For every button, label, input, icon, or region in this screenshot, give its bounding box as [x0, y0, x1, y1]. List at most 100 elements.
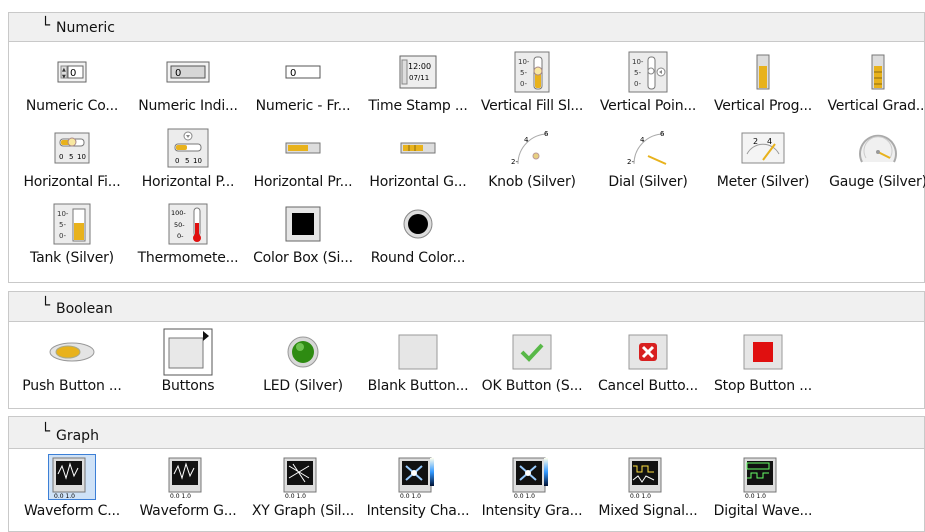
- svg-text:12:00: 12:00: [408, 62, 431, 71]
- svg-text:100-: 100-: [171, 209, 186, 217]
- palette-item-label: Horizontal G...: [369, 174, 467, 190]
- svg-text:10-: 10-: [632, 58, 644, 66]
- palette-item-cancel-button[interactable]: Cancel Butto...: [590, 330, 706, 406]
- svg-text:10: 10: [77, 153, 86, 161]
- palette-item-label: Intensity Gra...: [481, 503, 583, 519]
- palette-item-color-box[interactable]: Color Box (Si...: [245, 202, 361, 278]
- svg-text:10-: 10-: [57, 210, 69, 218]
- ok-button-icon: [474, 330, 590, 374]
- svg-text:0: 0: [70, 68, 76, 79]
- palette-item-vertical-pointer-slide[interactable]: 10- 5- 0- Vertical Poin...: [590, 50, 706, 126]
- palette-item-ok-button[interactable]: OK Button (S...: [474, 330, 590, 406]
- palette-item-label: Time Stamp ...: [368, 98, 468, 114]
- palette-item-push-button[interactable]: Push Button ...: [14, 330, 130, 406]
- intensity-graph-icon: 0.0 1.0: [474, 455, 590, 500]
- palette-item-knob[interactable]: 2- 4 6 Knob (Silver): [474, 126, 590, 202]
- palette-item-timestamp[interactable]: 12:00 07/11 Time Stamp ...: [360, 50, 476, 126]
- palette-item-label: Mixed Signal...: [598, 503, 698, 519]
- palette-item-label: Intensity Cha...: [366, 503, 470, 519]
- section-header-graph[interactable]: └ Graph: [8, 416, 925, 449]
- svg-text:5-: 5-: [634, 69, 641, 77]
- palette-item-buttons-folder[interactable]: Buttons: [130, 328, 246, 406]
- xy-graph-icon: 0.0 1.0: [245, 455, 361, 500]
- palette-item-digital-waveform[interactable]: 0.0 1.0 Digital Wave...: [705, 455, 821, 531]
- palette-item-stop-button[interactable]: Stop Button ...: [705, 330, 821, 406]
- section-title: Graph: [56, 428, 99, 444]
- palette-item-label: Push Button ...: [22, 378, 122, 394]
- mixed-signal-graph-icon: 0.0 1.0: [590, 455, 706, 500]
- palette-item-label: Blank Button...: [367, 378, 469, 394]
- tree-mark: └: [41, 296, 51, 314]
- thermometer-icon: 100- 50- 0-: [130, 202, 246, 246]
- waveform-graph-icon: 0.0 1.0: [130, 455, 246, 500]
- svg-text:0.0 1.0: 0.0 1.0: [54, 493, 75, 500]
- palette-item-vertical-progress-bar[interactable]: Vertical Prog...: [705, 50, 821, 126]
- palette-item-intensity-graph[interactable]: 0.0 1.0 Intensity Gra...: [474, 455, 590, 531]
- palette-item-horizontal-fill-slide[interactable]: 0 5 10 Horizontal Fi...: [14, 126, 130, 202]
- svg-text:5: 5: [69, 153, 73, 161]
- svg-text:▲: ▲: [62, 67, 66, 73]
- palette-item-label: Knob (Silver): [488, 174, 576, 190]
- svg-text:0-: 0-: [520, 80, 527, 88]
- palette-item-label: Horizontal Pr...: [253, 174, 353, 190]
- section-title: Numeric: [56, 20, 115, 36]
- palette-item-round-color-box[interactable]: Round Color...: [360, 202, 476, 278]
- blank-button-icon: [360, 330, 476, 374]
- palette-item-led[interactable]: LED (Silver): [245, 330, 361, 406]
- palette-item-meter[interactable]: 2 4 Meter (Silver): [705, 126, 821, 202]
- palette-item-horizontal-progress-bar[interactable]: Horizontal Pr...: [245, 126, 361, 202]
- palette-item-xy-graph[interactable]: 0.0 1.0 XY Graph (Sil...: [245, 455, 361, 531]
- section-header-boolean[interactable]: └ Boolean: [8, 291, 925, 322]
- svg-text:0: 0: [290, 68, 296, 79]
- horizontal-pointer-slide-icon: 0 5 10: [130, 126, 246, 170]
- svg-text:07/11: 07/11: [409, 74, 429, 82]
- vertical-progress-bar-icon: [705, 50, 821, 94]
- palette-item-gauge[interactable]: Gauge (Silver): [820, 126, 925, 202]
- numeric-control-icon: ▲ ▼ 0: [14, 50, 130, 94]
- svg-text:50-: 50-: [174, 221, 185, 229]
- svg-text:0.0 1.0: 0.0 1.0: [630, 493, 651, 500]
- led-icon: [245, 330, 361, 374]
- palette-item-label: Vertical Prog...: [713, 98, 813, 114]
- palette-item-waveform-chart[interactable]: 0.0 1.0 Waveform C...: [14, 454, 130, 531]
- palette-item-thermometer[interactable]: 100- 50- 0- Thermomete...: [130, 202, 246, 278]
- palette-item-dial[interactable]: 2- 4 6 Dial (Silver): [590, 126, 706, 202]
- palette-item-label: Thermomete...: [137, 250, 239, 266]
- palette-item-numeric-frameless[interactable]: 0 Numeric - Fr...: [245, 50, 361, 126]
- svg-text:4: 4: [767, 137, 772, 146]
- svg-text:2: 2: [753, 137, 758, 146]
- palette-item-mixed-signal-graph[interactable]: 0.0 1.0 Mixed Signal...: [590, 455, 706, 531]
- buttons-folder-icon: [130, 328, 246, 376]
- palette-item-label: Buttons: [161, 378, 215, 394]
- palette-item-numeric-indicator[interactable]: 0 Numeric Indi...: [130, 50, 246, 126]
- palette-item-blank-button[interactable]: Blank Button...: [360, 330, 476, 406]
- section-title: Boolean: [56, 301, 113, 317]
- tree-mark: └: [41, 16, 51, 34]
- palette-item-label: Meter (Silver): [716, 174, 810, 190]
- palette-item-vertical-fill-slide[interactable]: 10- 5- 0- Vertical Fill Sl...: [474, 50, 590, 126]
- svg-text:10: 10: [193, 157, 202, 165]
- palette-item-horizontal-pointer-slide[interactable]: 0 5 10 Horizontal P...: [130, 126, 246, 202]
- cancel-button-icon: [590, 330, 706, 374]
- palette-item-horizontal-graduated-bar[interactable]: Horizontal G...: [360, 126, 476, 202]
- section-header-numeric[interactable]: └ Numeric: [8, 12, 925, 42]
- palette-item-intensity-chart[interactable]: 0.0 1.0 Intensity Cha...: [360, 455, 476, 531]
- palette-item-label: Color Box (Si...: [253, 250, 353, 266]
- svg-text:0: 0: [175, 68, 181, 79]
- svg-text:6: 6: [544, 130, 549, 138]
- palette-item-label: OK Button (S...: [481, 378, 583, 394]
- svg-text:0-: 0-: [177, 232, 184, 240]
- palette-item-numeric-control[interactable]: ▲ ▼ 0 Numeric Co...: [14, 50, 130, 126]
- svg-text:5-: 5-: [59, 221, 66, 229]
- svg-text:5: 5: [185, 157, 189, 165]
- palette-item-label: Horizontal P...: [141, 174, 235, 190]
- palette-item-label: Gauge (Silver): [829, 174, 925, 190]
- stop-button-icon: [705, 330, 821, 374]
- palette-item-waveform-graph[interactable]: 0.0 1.0 Waveform G...: [130, 455, 246, 531]
- svg-text:0-: 0-: [59, 232, 66, 240]
- numeric-indicator-icon: 0: [130, 50, 246, 94]
- palette-item-label: Horizontal Fi...: [23, 174, 121, 190]
- vertical-graduated-bar-icon: [820, 50, 925, 94]
- palette-item-vertical-graduated-bar[interactable]: Vertical Grad...: [820, 50, 925, 126]
- palette-item-tank[interactable]: 10- 5- 0- Tank (Silver): [14, 202, 130, 278]
